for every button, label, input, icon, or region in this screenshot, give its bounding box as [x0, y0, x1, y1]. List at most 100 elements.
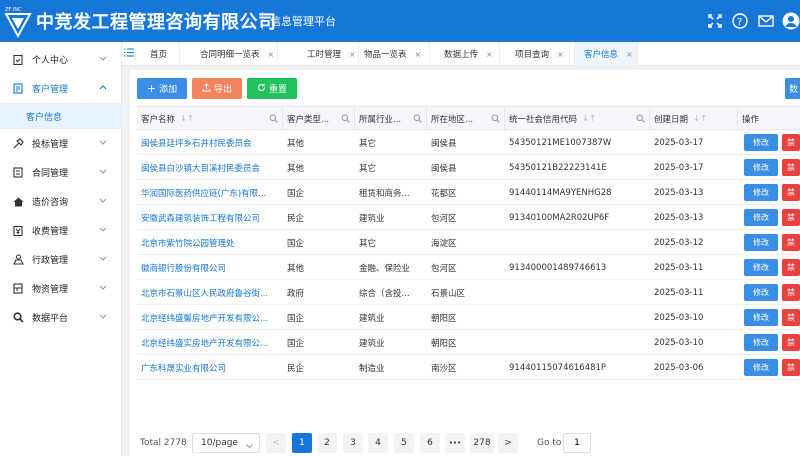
page-1-button[interactable]: 1: [292, 433, 312, 453]
chevron-down-icon: [99, 138, 107, 148]
edit-button[interactable]: 修改: [744, 234, 778, 251]
cell-customer-name[interactable]: 华润国际医药供应链(广东)有限...: [137, 180, 283, 205]
edit-button[interactable]: 修改: [744, 259, 778, 276]
help-icon[interactable]: ?: [729, 10, 751, 32]
add-button[interactable]: + 添加: [137, 78, 187, 99]
mail-icon[interactable]: [755, 10, 777, 32]
cell-customer-name[interactable]: 安徽武森建筑装饰工程有限公司: [137, 205, 283, 230]
disable-button[interactable]: 禁: [782, 134, 800, 151]
page-3-button[interactable]: 3: [343, 433, 363, 453]
reset-button[interactable]: 重置: [247, 78, 297, 99]
sidebar-item-fees[interactable]: 收费管理: [0, 216, 121, 245]
cell-customer-type: 国企: [287, 338, 305, 349]
tab-customer-info[interactable]: 客户信息 ×: [574, 42, 638, 66]
fullscreen-icon[interactable]: [704, 10, 726, 32]
disable-button[interactable]: 禁: [782, 334, 800, 351]
page-5-button[interactable]: 5: [394, 433, 414, 453]
tab-data-upload[interactable]: 数据上传 ×: [434, 42, 500, 66]
tab-project-query[interactable]: 项目查询 ×: [505, 42, 570, 66]
cell-customer-name[interactable]: 闽侯县廷坪乡石井村民委员会: [137, 130, 283, 155]
disable-button[interactable]: 禁: [782, 284, 800, 301]
sort-icon[interactable]: ↓↑: [693, 114, 707, 124]
column-header-label: 所在地区...: [431, 115, 474, 125]
close-icon[interactable]: ×: [486, 50, 493, 59]
disable-button[interactable]: 禁: [782, 309, 800, 326]
edit-button[interactable]: 修改: [744, 309, 778, 326]
disable-button[interactable]: 禁: [782, 234, 800, 251]
column-header-created-date[interactable]: 创建日期 ↓↑: [650, 107, 738, 131]
page-6-button[interactable]: 6: [420, 433, 440, 453]
page-2-button[interactable]: 2: [317, 433, 337, 453]
data-button[interactable]: 数: [785, 78, 800, 99]
collapse-menu-icon[interactable]: [124, 48, 134, 60]
search-icon[interactable]: [413, 114, 422, 126]
edit-button[interactable]: 修改: [744, 284, 778, 301]
table-row: 闽侯县白沙镇大目溪村民委员会 其他 其它 闽侯县 54350121B22223141E 2…: [137, 155, 800, 180]
search-icon[interactable]: [636, 114, 645, 126]
sort-icon[interactable]: ↓↑: [180, 114, 194, 124]
chevron-down-icon: [99, 312, 107, 322]
cell-customer-name[interactable]: 广东科晟实业有限公司: [137, 355, 283, 380]
close-icon[interactable]: ×: [557, 50, 564, 59]
column-header-type[interactable]: 客户类型...: [283, 107, 355, 131]
edit-button[interactable]: 修改: [744, 334, 778, 351]
close-icon[interactable]: ×: [268, 50, 275, 59]
sidebar-item-cost-consulting[interactable]: 造价咨询: [0, 187, 121, 216]
chevron-down-icon: [246, 441, 253, 451]
sidebar-item-materials[interactable]: 物资管理: [0, 274, 121, 303]
column-header-name[interactable]: 客户名称 ↓↑: [137, 107, 283, 131]
user-avatar[interactable]: [780, 10, 800, 32]
column-header-region[interactable]: 所在地区...: [427, 107, 505, 131]
tab-contract-list[interactable]: 合同明细一览表 ×: [190, 42, 278, 66]
cell-industry: 制造业: [359, 363, 385, 374]
page-size-select[interactable]: 10/page: [192, 433, 260, 453]
cell-customer-name[interactable]: 北京市紫竹院公园管理处: [137, 230, 283, 255]
next-page-button[interactable]: >: [498, 433, 518, 453]
tab-work-hours[interactable]: 工时管理 ×: [297, 42, 359, 66]
sidebar-item-personal-center[interactable]: 个人中心: [0, 45, 121, 74]
close-icon[interactable]: ×: [415, 50, 422, 59]
cell-customer-name[interactable]: 闽侯县白沙镇大目溪村民委员会: [137, 155, 283, 180]
top-header: ZF INC 中竞发工程管理咨询有限公司 信息管理平台 ?: [0, 0, 800, 42]
tab-home[interactable]: 首页: [140, 42, 180, 66]
disable-button[interactable]: 禁: [782, 209, 800, 226]
column-header-industry[interactable]: 所属行业...: [355, 107, 427, 131]
search-icon[interactable]: [491, 114, 500, 126]
disable-button[interactable]: 禁: [782, 184, 800, 201]
sidebar-item-contract[interactable]: 合同管理: [0, 158, 121, 187]
disable-button[interactable]: 禁: [782, 159, 800, 176]
search-icon[interactable]: [341, 114, 350, 126]
search-icon[interactable]: [269, 114, 278, 126]
cell-industry: 建筑业: [359, 213, 385, 224]
prev-page-button[interactable]: <: [266, 433, 286, 453]
cell-customer-name[interactable]: 徽商银行股份有限公司: [137, 255, 283, 280]
goto-page-input[interactable]: [563, 433, 591, 453]
export-button[interactable]: 导出: [192, 78, 242, 99]
tab-item-list[interactable]: 物品一览表 ×: [354, 42, 430, 66]
column-header-credit-code[interactable]: 统一社会信用代码 ↓↑: [505, 107, 650, 131]
cell-customer-name[interactable]: 北京经纬盛实房地产开发有限公...: [137, 330, 283, 355]
sidebar-subitem-customer-info[interactable]: 客户信息: [0, 103, 121, 129]
sidebar-item-administration[interactable]: 行政管理: [0, 245, 121, 274]
cell-created-date: 2025-03-06: [654, 362, 704, 373]
edit-button[interactable]: 修改: [744, 359, 778, 376]
edit-button[interactable]: 修改: [744, 184, 778, 201]
edit-button[interactable]: 修改: [744, 159, 778, 176]
sidebar-item-customer-management[interactable]: 客户管理: [0, 74, 121, 103]
cell-customer-name[interactable]: 北京市石景山区人民政府鲁谷街...: [137, 280, 283, 305]
edit-button[interactable]: 修改: [744, 134, 778, 151]
disable-button[interactable]: 禁: [782, 259, 800, 276]
page-4-button[interactable]: 4: [368, 433, 388, 453]
cell-region: 朝阳区: [431, 338, 457, 349]
page-278-button[interactable]: 278: [470, 433, 494, 453]
cell-customer-name[interactable]: 北京经纬盛馨房地产开发有限公...: [137, 305, 283, 330]
close-icon[interactable]: ×: [626, 50, 633, 59]
sidebar-item-label: 造价咨询: [32, 198, 69, 208]
cell-credit-code: [505, 330, 650, 355]
more-pages-button[interactable]: •••: [445, 433, 465, 453]
sidebar-item-data-platform[interactable]: 数据平台: [0, 303, 121, 332]
sort-icon[interactable]: ↓↑: [582, 114, 596, 124]
disable-button[interactable]: 禁: [782, 359, 800, 376]
edit-button[interactable]: 修改: [744, 209, 778, 226]
sidebar-item-bidding[interactable]: 投标管理: [0, 129, 121, 158]
